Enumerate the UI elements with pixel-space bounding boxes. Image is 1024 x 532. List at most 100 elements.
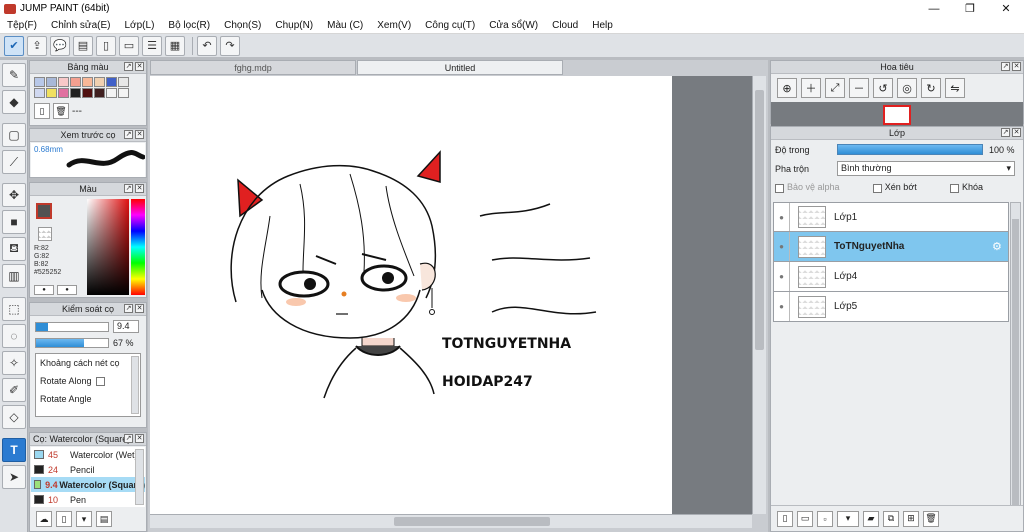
cloud-download-icon[interactable]: ☁ [36, 511, 52, 527]
brush-list-item[interactable]: 10 Pen [31, 492, 145, 507]
menu-tools[interactable]: Công cụ(T) [418, 17, 482, 34]
new-brush-icon[interactable]: ▯ [56, 511, 72, 527]
magic-wand-tool-icon[interactable]: ✧ [2, 351, 26, 375]
swatch[interactable] [70, 88, 81, 98]
canvas-vertical-scrollbar[interactable] [752, 76, 766, 514]
delete-layer-icon[interactable]: 🗑 [923, 510, 939, 527]
speech-bubble-icon[interactable]: 💬 [50, 35, 70, 56]
new-swatch-icon[interactable]: ▯ [34, 103, 50, 119]
rotate-left-icon[interactable]: ↺ [873, 78, 893, 98]
brush-opacity-slider[interactable] [35, 338, 109, 348]
protect-alpha-checkbox[interactable] [775, 183, 784, 193]
gradient-tool-icon[interactable]: ▥ [2, 264, 26, 288]
swatch[interactable] [58, 77, 69, 87]
swatch[interactable] [58, 88, 69, 98]
menu-view[interactable]: Xem(V) [370, 17, 418, 34]
menu-filter[interactable]: Bộ lọc(R) [161, 17, 217, 34]
redo-icon[interactable]: ↷ [220, 35, 240, 56]
layer-opacity-slider[interactable] [837, 144, 983, 155]
swatch[interactable] [70, 77, 81, 87]
brush-options-scrollbar[interactable] [131, 356, 139, 414]
zoom-fit-icon[interactable]: ⤢ [825, 78, 845, 98]
close-icon[interactable]: ✕ [135, 62, 144, 71]
swatch[interactable] [118, 77, 129, 87]
swatch[interactable] [34, 77, 45, 87]
select-eraser-tool-icon[interactable]: ◇ [2, 405, 26, 429]
menu-layer[interactable]: Lớp(L) [118, 17, 162, 34]
fill-rect-tool-icon[interactable]: ■ [2, 210, 26, 234]
undock-icon[interactable]: ↗ [124, 62, 133, 71]
new-layer-8bit-icon[interactable]: ▭ [797, 510, 813, 527]
bucket-tool-icon[interactable]: ⛾ [2, 237, 26, 261]
line-tool-icon[interactable]: ⟋ [2, 150, 26, 174]
select-rect-tool-icon[interactable]: ▢ [2, 123, 26, 147]
primary-color[interactable] [36, 203, 52, 219]
rotate-along-checkbox[interactable] [95, 376, 105, 386]
menu-select[interactable]: Chọn(S) [217, 17, 268, 34]
zoom-in-icon[interactable]: ＋ [801, 78, 821, 98]
menu-window[interactable]: Cửa sổ(W) [482, 17, 545, 34]
brush-list-scrollbar[interactable] [135, 449, 144, 505]
minimize-button[interactable]: — [916, 0, 952, 17]
swatch[interactable] [46, 77, 57, 87]
close-icon[interactable]: ✕ [135, 434, 144, 443]
blend-mode-select[interactable]: Bình thường [837, 161, 1015, 176]
swatch[interactable] [82, 88, 93, 98]
menu-help[interactable]: Help [585, 17, 620, 34]
undock-icon[interactable]: ↗ [124, 130, 133, 139]
swatch[interactable] [82, 77, 93, 87]
swatch[interactable] [46, 88, 57, 98]
transparent-color[interactable] [38, 227, 52, 241]
merge-layer-icon[interactable]: ⊞ [903, 510, 919, 527]
canvas-horizontal-scrollbar[interactable] [150, 514, 752, 528]
new-layer-icon[interactable]: ▯ [777, 510, 793, 527]
undo-icon[interactable]: ↶ [197, 35, 217, 56]
undock-icon[interactable]: ↗ [124, 304, 133, 313]
eraser-tool-icon[interactable]: ◆ [2, 90, 26, 114]
maximize-button[interactable]: ❐ [952, 0, 988, 17]
brush-list-item[interactable]: 24 Pencil [31, 462, 145, 477]
zoom-actual-icon[interactable]: ⊕ [777, 78, 797, 98]
rotate-angle-option[interactable]: Rotate Angle [36, 390, 140, 408]
swatch[interactable] [118, 88, 129, 98]
brush-tool-icon[interactable]: ✎ [2, 63, 26, 87]
lock-checkbox[interactable] [949, 183, 959, 193]
undock-icon[interactable]: ↗ [124, 184, 133, 193]
visibility-icon[interactable]: ● [774, 232, 790, 261]
marquee-tool-icon[interactable]: ⬚ [2, 297, 26, 321]
tab-fghg[interactable]: fghg.mdp [150, 60, 356, 75]
brush-size-slider[interactable] [35, 321, 109, 332]
navigator-preview[interactable] [771, 102, 1023, 128]
trash-icon[interactable]: 🗑 [53, 103, 69, 119]
list-icon[interactable]: ☰ [142, 35, 162, 56]
layer-row[interactable]: ● Lớp5 [773, 292, 1009, 322]
menu-edit[interactable]: Chỉnh sửa(E) [44, 17, 118, 34]
visibility-icon[interactable]: ● [774, 203, 790, 231]
swatch[interactable] [94, 88, 105, 98]
zoom-out-icon[interactable]: － [849, 78, 869, 98]
tab-untitled[interactable]: Untitled [357, 60, 563, 75]
close-icon[interactable]: ✕ [135, 304, 144, 313]
layer-row-selected[interactable]: ● ToTNguyetNha ⚙ [773, 232, 1009, 262]
new-layer-menu-icon[interactable]: ▾ [837, 510, 859, 527]
brush-settings-icon[interactable]: ▤ [96, 511, 112, 527]
duplicate-layer-icon[interactable]: ⧉ [883, 510, 899, 527]
grid-check-icon[interactable]: ▦ [165, 35, 185, 56]
move-tool-icon[interactable]: ✥ [2, 183, 26, 207]
brush-size-field[interactable]: 9.4 [113, 320, 139, 333]
stroke-spacing-option[interactable]: Khoảng cách nét cọ [36, 354, 140, 372]
menu-capture[interactable]: Chụp(N) [268, 17, 320, 34]
visibility-icon[interactable]: ● [774, 292, 790, 321]
select-pen-tool-icon[interactable]: ✐ [2, 378, 26, 402]
text-tool-icon[interactable]: T [2, 438, 26, 462]
checkmark-icon[interactable]: ✔ [4, 35, 24, 56]
menu-cloud[interactable]: Cloud [545, 17, 585, 34]
swatch[interactable] [106, 77, 117, 87]
color-mode-button[interactable]: ● [57, 285, 77, 295]
swatch[interactable] [106, 88, 117, 98]
rotate-right-icon[interactable]: ↻ [921, 78, 941, 98]
clipping-checkbox[interactable] [872, 183, 882, 193]
color-sv-field[interactable] [87, 199, 129, 295]
folder-icon[interactable]: ▰ [863, 510, 879, 527]
export-icon[interactable]: ⇪ [27, 35, 47, 56]
